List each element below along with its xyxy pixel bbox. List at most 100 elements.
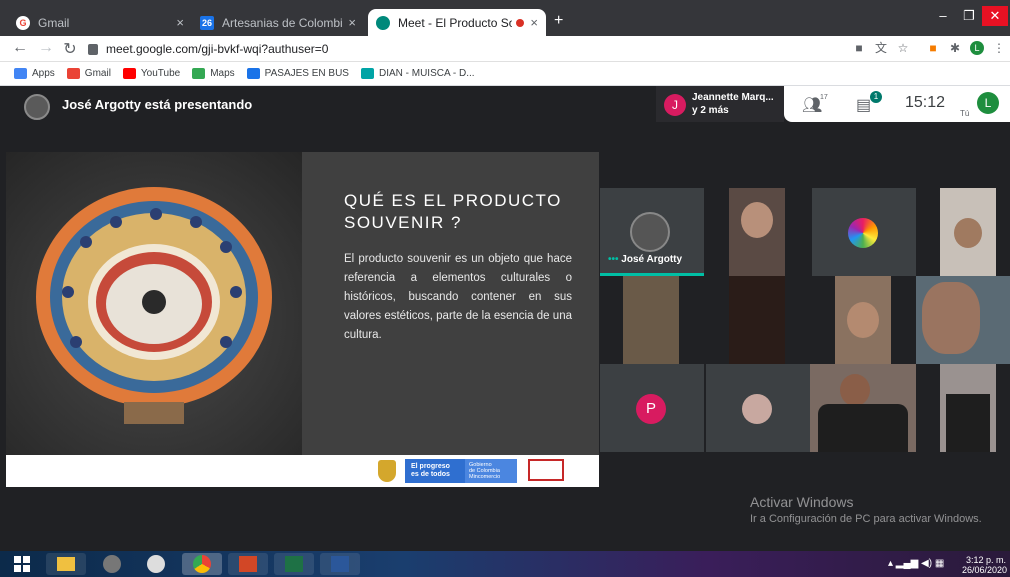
apps-icon <box>14 68 27 79</box>
gmail-icon: G <box>16 15 30 30</box>
participant-tile-p[interactable]: P <box>600 364 704 452</box>
restore-button[interactable]: ❐ <box>956 6 982 26</box>
bookmark-label: Maps <box>210 68 235 79</box>
menu-icon[interactable]: ⋮ <box>992 41 1006 55</box>
participant-video[interactable] <box>835 276 891 364</box>
more-count: y 2 más <box>692 105 729 116</box>
clock-date: 26/06/2020 <box>962 565 1008 575</box>
participant-video[interactable] <box>940 188 996 276</box>
app-icon[interactable] <box>92 553 132 575</box>
chrome-shape <box>193 555 211 573</box>
tab-gmail[interactable]: G Gmail × <box>8 9 192 36</box>
tray-icons[interactable]: ▴ ▂▄▆ ◀) ▦ <box>888 558 944 569</box>
bookmark-pasajes[interactable]: PASAJES EN BUS <box>246 68 349 79</box>
tab-meet[interactable]: Meet - El Producto Souvenir × <box>368 9 546 36</box>
close-tab-icon[interactable]: × <box>530 15 538 30</box>
presenter-avatar <box>24 94 50 120</box>
meet-top-bar: 👥︎ 17 ▤ 1 15:12 Tú L <box>784 86 1010 122</box>
start-button[interactable] <box>4 553 40 575</box>
gmail-icon <box>66 68 80 79</box>
bookmark-label: YouTube <box>140 68 181 79</box>
lock-icon <box>88 43 98 55</box>
back-icon[interactable]: ← <box>10 39 30 57</box>
participant-video[interactable] <box>916 276 1010 364</box>
participant-face <box>954 218 982 248</box>
chat-icon[interactable]: ▤ <box>856 95 871 115</box>
colombia-shield-icon <box>378 460 396 482</box>
powerpoint-icon[interactable] <box>228 553 268 575</box>
participant-tile-jose[interactable]: ••• José Argotty <box>600 188 704 276</box>
minimize-button[interactable]: – <box>930 6 956 26</box>
other-presenters-label: Jeannette Marq... y 2 más <box>692 91 774 117</box>
participant-name: ••• José Argotty <box>608 254 683 265</box>
word-icon[interactable] <box>320 553 360 575</box>
folder-shape <box>57 557 75 571</box>
file-explorer-icon[interactable] <box>46 553 86 575</box>
app-icon[interactable] <box>136 553 176 575</box>
system-clock[interactable]: 3:12 p. m. 26/06/2020 <box>962 555 1008 575</box>
slide-text-panel: QUÉ ES EL PRODUCTO SOUVENIR ? El product… <box>302 152 599 455</box>
extension-icon[interactable]: ■ <box>926 41 940 55</box>
ppt-shape <box>239 556 257 572</box>
tab-label: Meet - El Producto Souvenir <box>398 15 513 30</box>
tab-label: Gmail <box>38 15 70 30</box>
chrome-icon[interactable] <box>182 553 222 575</box>
presenter-label: José Argotty está presentando <box>62 97 253 112</box>
tab-label: Artesanias de Colombia S.A. - Ca <box>222 15 343 30</box>
excel-shape <box>285 556 303 572</box>
me-avatar[interactable]: L <box>977 92 999 114</box>
chat-badge: 1 <box>870 91 882 103</box>
address-bar[interactable]: meet.google.com/gji-bvkf-wqi?authuser=0 <box>88 39 808 59</box>
participant-tile-logo[interactable] <box>812 188 916 276</box>
camera-icon[interactable]: ■ <box>852 41 866 55</box>
other-presenters[interactable]: J Jeannette Marq... y 2 más <box>656 86 784 122</box>
profile-avatar[interactable]: L <box>970 41 984 55</box>
artisan-ceramic-image <box>6 152 302 455</box>
participant-video[interactable] <box>940 364 996 452</box>
participant-video[interactable] <box>623 276 679 364</box>
star-icon[interactable]: ☆ <box>896 41 910 55</box>
excel-icon[interactable] <box>274 553 314 575</box>
windows-logo-icon <box>14 556 30 572</box>
bookmark-gmail[interactable]: Gmail <box>66 68 111 79</box>
participant-video[interactable] <box>729 276 785 364</box>
avatar <box>742 394 772 424</box>
slide-title: QUÉ ES EL PRODUCTO SOUVENIR ? <box>344 191 562 232</box>
me-label: Tú <box>960 109 970 118</box>
bookmark-maps[interactable]: Maps <box>192 68 235 79</box>
reload-icon[interactable]: ↻ <box>60 39 80 59</box>
bookmark-label: Gmail <box>84 68 111 79</box>
translate-icon[interactable]: 文 <box>874 41 888 55</box>
participant-face <box>922 282 980 354</box>
windows-taskbar: ▴ ▂▄▆ ◀) ▦ 3:12 p. m. 26/06/2020 <box>0 551 1010 577</box>
bookmark-label: DIAN - MUISCA - D... <box>378 68 475 79</box>
slide-body: El producto souvenir es un objeto que ha… <box>344 253 572 341</box>
close-tab-icon[interactable]: × <box>348 15 356 30</box>
app-shape <box>147 555 165 573</box>
bookmark-apps[interactable]: Apps <box>14 68 55 79</box>
recording-icon <box>516 18 525 27</box>
new-tab-button[interactable]: + <box>554 12 563 30</box>
clock-time: 3:12 p. m. <box>965 555 1006 565</box>
tab-artesanias[interactable]: 26 Artesanias de Colombia S.A. - Ca × <box>192 9 364 36</box>
windows-activation-subtitle: Ir a Configuración de PC para activar Wi… <box>750 513 982 525</box>
participant-video[interactable] <box>729 188 785 276</box>
puzzle-icon[interactable]: ✱ <box>948 41 962 55</box>
bookmark-dian[interactable]: DIAN - MUISCA - D... <box>360 68 475 79</box>
participant-video[interactable] <box>810 364 916 452</box>
calendar-icon: 26 <box>200 15 214 30</box>
bookmark-youtube[interactable]: YouTube <box>122 68 181 79</box>
avatar <box>848 218 878 248</box>
avatar: P <box>636 394 666 424</box>
participants-count: 17 <box>820 94 828 101</box>
close-tab-icon[interactable]: × <box>176 15 184 30</box>
presenter-name: Jeannette Marq... <box>692 92 774 103</box>
close-window-button[interactable]: ✕ <box>982 6 1008 26</box>
forward-icon[interactable]: → <box>36 39 56 57</box>
participant-face <box>840 374 870 406</box>
participant-tile[interactable] <box>706 364 810 452</box>
bus-icon <box>246 68 260 79</box>
app-shape <box>103 555 121 573</box>
avatar <box>630 212 670 252</box>
bookmark-label: Apps <box>32 68 55 79</box>
